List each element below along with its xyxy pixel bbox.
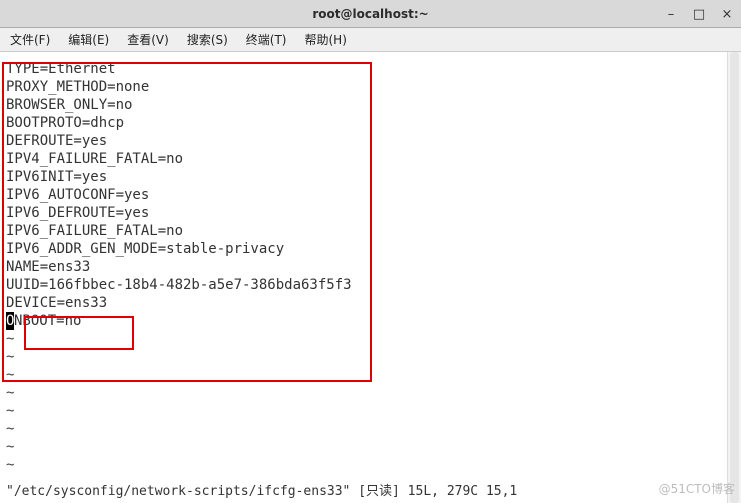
- vim-tilde: ~: [6, 457, 14, 473]
- config-line: IPV4_FAILURE_FATAL=no: [6, 151, 183, 167]
- menu-file[interactable]: 文件(F): [4, 29, 56, 50]
- config-line: NAME=ens33: [6, 259, 90, 275]
- window-controls: – □ ×: [661, 4, 737, 24]
- config-line: IPV6_ADDR_GEN_MODE=stable-privacy: [6, 241, 284, 257]
- vim-tilde: ~: [6, 385, 14, 401]
- menubar: 文件(F) 编辑(E) 查看(V) 搜索(S) 终端(T) 帮助(H): [0, 28, 741, 52]
- window-title: root@localhost:~: [312, 7, 428, 21]
- vim-tilde: ~: [6, 331, 14, 347]
- vim-tilde: ~: [6, 349, 14, 365]
- vim-status-line: "/etc/sysconfig/network-scripts/ifcfg-en…: [6, 480, 517, 499]
- config-line: BOOTPROTO=dhcp: [6, 115, 124, 131]
- config-line: IPV6_FAILURE_FATAL=no: [6, 223, 183, 239]
- config-line: IPV6_AUTOCONF=yes: [6, 187, 149, 203]
- cursor: O: [6, 312, 14, 330]
- scrollbar[interactable]: [727, 52, 741, 503]
- config-line: NBOOT=no: [14, 313, 81, 329]
- config-line: IPV6_DEFROUTE=yes: [6, 205, 149, 221]
- minimize-button[interactable]: –: [661, 4, 681, 24]
- vim-tilde: ~: [6, 367, 14, 383]
- menu-help[interactable]: 帮助(H): [299, 29, 353, 50]
- maximize-button[interactable]: □: [689, 4, 709, 24]
- config-line: DEVICE=ens33: [6, 295, 107, 311]
- menu-search[interactable]: 搜索(S): [181, 29, 234, 50]
- menu-edit[interactable]: 编辑(E): [62, 29, 115, 50]
- config-line: PROXY_METHOD=none: [6, 79, 149, 95]
- editor-area[interactable]: TYPE=Ethernet PROXY_METHOD=none BROWSER_…: [0, 52, 741, 503]
- config-line: IPV6INIT=yes: [6, 169, 107, 185]
- menu-terminal[interactable]: 终端(T): [240, 29, 293, 50]
- vim-tilde: ~: [6, 403, 14, 419]
- watermark: @51CTO博客: [659, 480, 735, 497]
- terminal-window: root@localhost:~ – □ × 文件(F) 编辑(E) 查看(V)…: [0, 0, 741, 503]
- config-line: TYPE=Ethernet: [6, 61, 116, 77]
- config-line: DEFROUTE=yes: [6, 133, 107, 149]
- close-button[interactable]: ×: [717, 4, 737, 24]
- config-line: UUID=166fbbec-18b4-482b-a5e7-386bda63f5f…: [6, 277, 352, 293]
- scroll-thumb[interactable]: [730, 52, 739, 503]
- vim-tilde: ~: [6, 421, 14, 437]
- config-line: BROWSER_ONLY=no: [6, 97, 132, 113]
- titlebar: root@localhost:~ – □ ×: [0, 0, 741, 28]
- menu-view[interactable]: 查看(V): [121, 29, 175, 50]
- vim-tilde: ~: [6, 439, 14, 455]
